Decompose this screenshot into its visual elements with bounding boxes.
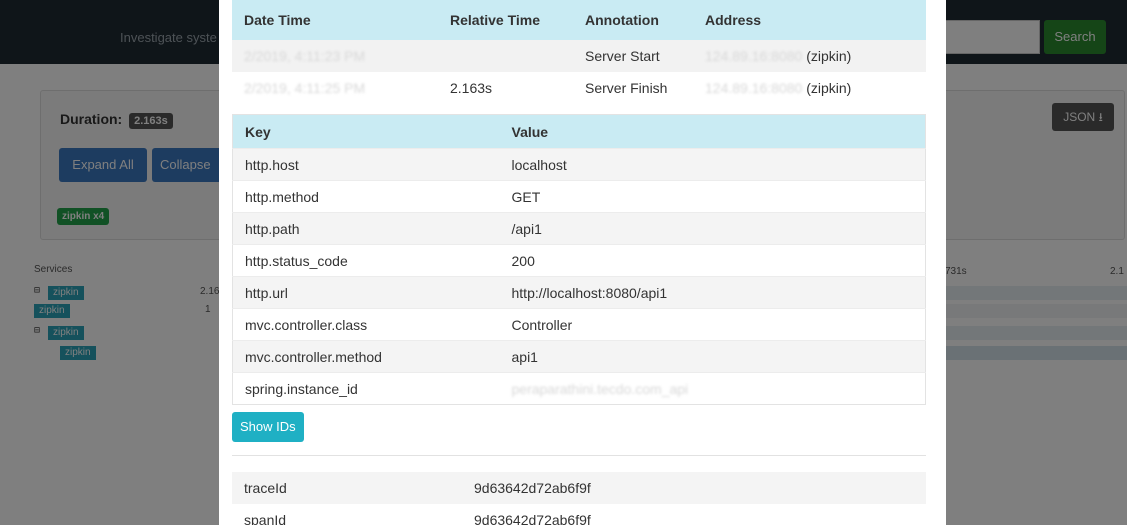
tag-key: spring.instance_id <box>232 372 500 405</box>
tag-value: 200 <box>499 244 926 277</box>
tag-key: http.status_code <box>232 244 500 277</box>
ids-table: traceId 9d63642d72ab6f9f spanId 9d63642d… <box>232 472 926 525</box>
column-header: Address <box>693 0 926 40</box>
id-value: 9d63642d72ab6f9f <box>462 472 926 504</box>
tag-value: api1 <box>499 340 926 373</box>
address-suffix: (zipkin) <box>806 80 852 96</box>
table-row: http.host localhost <box>232 148 926 181</box>
tag-key: mvc.controller.class <box>232 308 500 341</box>
table-row: http.status_code 200 <box>232 244 926 277</box>
tag-key: http.path <box>232 212 500 245</box>
table-row: mvc.controller.class Controller <box>232 308 926 341</box>
id-value: 9d63642d72ab6f9f <box>474 512 591 525</box>
redacted-instance-id: peraparathini.tecdo.com_api <box>511 380 689 397</box>
column-header: Annotation <box>573 0 693 40</box>
tag-value: /api1 <box>499 212 926 245</box>
tag-key: http.method <box>232 180 500 213</box>
table-row: 2/2019, 4:11:23 PM Server Start 124.89.1… <box>232 40 926 72</box>
column-header: Key <box>232 114 500 149</box>
relative-time-cell <box>438 40 573 72</box>
column-header: Relative Time <box>438 0 573 40</box>
address-suffix: (zipkin) <box>806 48 852 64</box>
tags-header-row: Key Value <box>232 114 926 149</box>
tag-value: peraparathini.tecdo.com_api <box>499 372 926 405</box>
table-row: http.method GET <box>232 180 926 213</box>
table-row: mvc.controller.method api1 <box>232 340 926 373</box>
annotations-header-row: Date Time Relative Time Annotation Addre… <box>232 0 926 40</box>
redacted-address: 124.89.16:8080 <box>705 48 803 64</box>
column-header: Date Time <box>232 0 438 40</box>
tag-value: localhost <box>499 148 926 181</box>
annotations-table: Date Time Relative Time Annotation Addre… <box>232 0 926 104</box>
tag-value: http://localhost:8080/api1 <box>499 276 926 309</box>
datetime-cell: 2/2019, 4:11:25 PM <box>232 72 438 104</box>
redacted-datetime: 2/2019, 4:11:23 PM <box>244 48 366 64</box>
id-key: spanId <box>244 512 287 525</box>
tags-table: Key Value http.host localhost http.metho… <box>232 114 926 405</box>
table-row: traceId 9d63642d72ab6f9f <box>232 472 926 504</box>
redacted-datetime: 2/2019, 4:11:25 PM <box>244 80 366 96</box>
annotation-cell: Server Start <box>573 40 693 72</box>
tag-key: http.host <box>232 148 500 181</box>
divider <box>232 455 926 456</box>
relative-time-cell: 2.163s <box>450 80 493 96</box>
table-row: spring.instance_id peraparathini.tecdo.c… <box>232 372 926 405</box>
column-header: Value <box>499 114 926 149</box>
span-detail-modal: Date Time Relative Time Annotation Addre… <box>219 0 946 525</box>
table-row: http.url http://localhost:8080/api1 <box>232 276 926 309</box>
annotation-cell: Server Finish <box>585 80 668 96</box>
tag-value: GET <box>499 180 926 213</box>
address-cell: 124.89.16:8080 (zipkin) <box>693 40 926 72</box>
address-cell: 124.89.16:8080 (zipkin) <box>693 72 926 104</box>
id-key: traceId <box>232 472 462 504</box>
tag-key: mvc.controller.method <box>232 340 500 373</box>
table-row: http.path /api1 <box>232 212 926 245</box>
table-row: spanId 9d63642d72ab6f9f <box>232 504 926 525</box>
datetime-cell: 2/2019, 4:11:23 PM <box>232 40 438 72</box>
show-ids-button[interactable]: Show IDs <box>232 412 304 442</box>
tag-value: Controller <box>499 308 926 341</box>
table-row: 2/2019, 4:11:25 PM 2.163s Server Finish … <box>232 72 926 104</box>
redacted-address: 124.89.16:8080 <box>705 80 803 96</box>
tag-key: http.url <box>232 276 500 309</box>
